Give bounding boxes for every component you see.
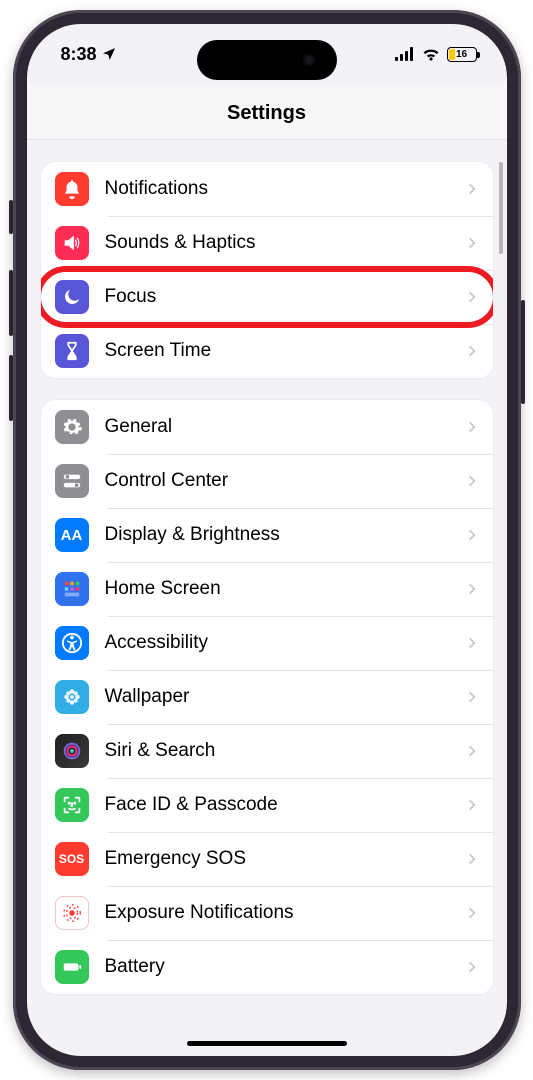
cellular-icon: [395, 47, 415, 61]
chevron-right-icon: [465, 690, 479, 704]
sos-icon: SOS: [55, 842, 89, 876]
row-focus[interactable]: Focus: [41, 270, 493, 324]
row-notifications[interactable]: Notifications: [41, 162, 493, 216]
chevron-right-icon: [465, 528, 479, 542]
wifi-icon: [421, 44, 441, 64]
siri-icon: [55, 734, 89, 768]
hourglass-icon: [55, 334, 89, 368]
page-title: Settings: [27, 84, 507, 140]
row-label: Accessibility: [105, 632, 449, 654]
chevron-right-icon: [465, 344, 479, 358]
row-exposure[interactable]: Exposure Notifications: [41, 886, 493, 940]
row-label: Siri & Search: [105, 740, 449, 762]
row-label: Wallpaper: [105, 686, 449, 708]
row-label: Sounds & Haptics: [105, 232, 449, 254]
moon-icon: [55, 280, 89, 314]
battery-percentage: 16: [456, 49, 467, 60]
toggles-icon: [55, 464, 89, 498]
settings-group: Notifications Sounds & Haptics: [41, 162, 493, 378]
chevron-right-icon: [465, 636, 479, 650]
accessibility-icon: [55, 626, 89, 660]
row-label: Display & Brightness: [105, 524, 449, 546]
chevron-right-icon: [465, 182, 479, 196]
silence-switch[interactable]: [9, 200, 13, 234]
chevron-right-icon: [465, 236, 479, 250]
battery-icon: 16: [447, 47, 477, 62]
row-label: General: [105, 416, 449, 438]
chevron-right-icon: [465, 420, 479, 434]
chevron-right-icon: [465, 906, 479, 920]
status-right: 16: [395, 44, 477, 64]
row-accessibility[interactable]: Accessibility: [41, 616, 493, 670]
flower-icon: [55, 680, 89, 714]
row-label: Exposure Notifications: [105, 902, 449, 924]
status-time: 8:38: [61, 44, 97, 65]
row-general[interactable]: General: [41, 400, 493, 454]
row-label: Face ID & Passcode: [105, 794, 449, 816]
chevron-right-icon: [465, 582, 479, 596]
grid-icon: [55, 572, 89, 606]
row-siri[interactable]: Siri & Search: [41, 724, 493, 778]
row-label: Focus: [105, 286, 449, 308]
chevron-right-icon: [465, 744, 479, 758]
settings-list[interactable]: Notifications Sounds & Haptics: [27, 140, 507, 1056]
row-label: Control Center: [105, 470, 449, 492]
faceid-icon: [55, 788, 89, 822]
row-label: Screen Time: [105, 340, 449, 362]
chevron-right-icon: [465, 960, 479, 974]
chevron-right-icon: [465, 290, 479, 304]
row-sounds[interactable]: Sounds & Haptics: [41, 216, 493, 270]
home-indicator[interactable]: [187, 1041, 347, 1046]
volume-down-button[interactable]: [9, 355, 13, 421]
status-left: 8:38: [61, 44, 117, 65]
volume-up-button[interactable]: [9, 270, 13, 336]
chevron-right-icon: [465, 852, 479, 866]
scroll-indicator: [499, 162, 503, 254]
row-screen-time[interactable]: Screen Time: [41, 324, 493, 378]
row-sos[interactable]: SOS Emergency SOS: [41, 832, 493, 886]
row-label: Notifications: [105, 178, 449, 200]
row-control-center[interactable]: Control Center: [41, 454, 493, 508]
bell-icon: [55, 172, 89, 206]
exposure-icon: [55, 896, 89, 930]
chevron-right-icon: [465, 798, 479, 812]
chevron-right-icon: [465, 474, 479, 488]
aa-icon: AA: [55, 518, 89, 552]
row-label: Emergency SOS: [105, 848, 449, 870]
row-display[interactable]: AA Display & Brightness: [41, 508, 493, 562]
row-home-screen[interactable]: Home Screen: [41, 562, 493, 616]
row-label: Home Screen: [105, 578, 449, 600]
row-faceid[interactable]: Face ID & Passcode: [41, 778, 493, 832]
speaker-icon: [55, 226, 89, 260]
row-wallpaper[interactable]: Wallpaper: [41, 670, 493, 724]
gear-icon: [55, 410, 89, 444]
power-button[interactable]: [521, 300, 525, 404]
phone-frame: 8:38: [13, 10, 521, 1070]
battery-icon: [55, 950, 89, 984]
settings-group: General Control Center AA Display & Brig…: [41, 400, 493, 994]
row-battery[interactable]: Battery: [41, 940, 493, 994]
screen: 8:38: [27, 24, 507, 1056]
row-label: Battery: [105, 956, 449, 978]
dynamic-island: [197, 40, 337, 80]
location-icon: [101, 46, 117, 62]
